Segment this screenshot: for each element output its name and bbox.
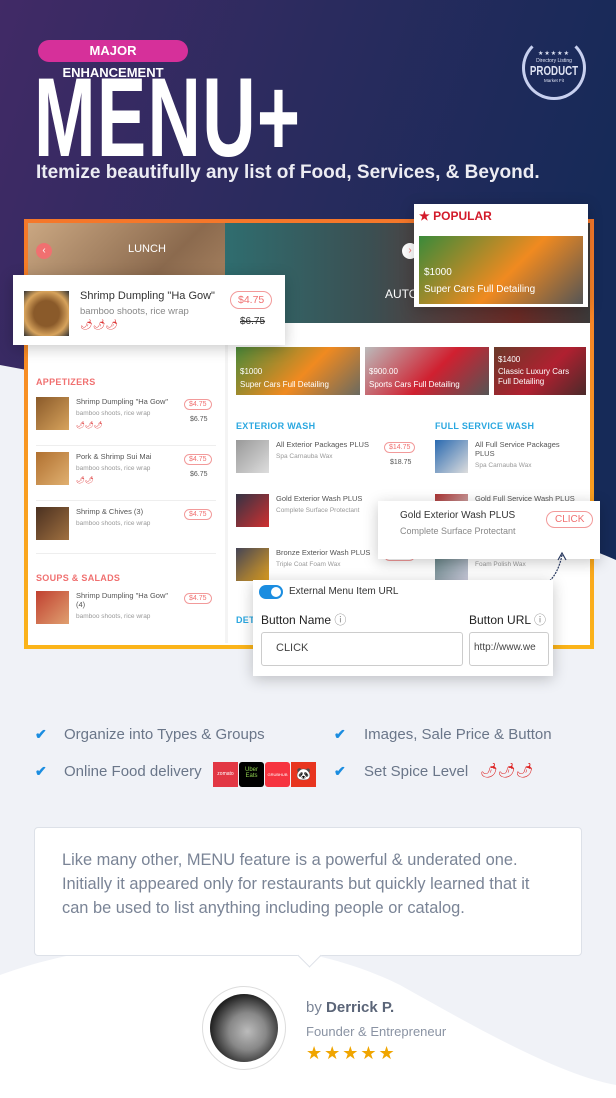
grubhub-logo: GRUBHUB: [265, 762, 290, 787]
author-role: Founder & Entrepreneur: [306, 1024, 447, 1039]
subtitle: Itemize beautifully any list of Food, Se…: [36, 162, 540, 183]
check-icon: ✔: [35, 726, 47, 742]
foodpanda-logo: 🐼: [291, 762, 316, 787]
delivery-logos: zomato Uber Eats GRUBHUB 🐼: [213, 762, 316, 787]
check-icon: ✔: [334, 726, 346, 742]
car-card[interactable]: $1400 Classic Luxury Cars Full Detailing: [494, 347, 586, 395]
popular-card[interactable]: ★ POPULAR $1000 Super Cars Full Detailin…: [414, 204, 588, 307]
food-thumbnail: [36, 507, 69, 540]
button-url-label: Button URL ⓘ: [469, 613, 546, 627]
author-name: by Derrick P.: [306, 999, 395, 1016]
food-thumbnail: [24, 291, 69, 336]
uber-eats-logo: Uber Eats: [239, 762, 264, 787]
spice-icon: 🌶🌶🌶: [80, 320, 119, 331]
featured-menu-item-card[interactable]: Shrimp Dumpling "Ha Gow" bamboo shoots, …: [13, 275, 285, 345]
spice-icon: 🌶🌶🌶: [76, 422, 103, 429]
button-name-label: Button Name ⓘ: [261, 613, 347, 627]
button-url-input[interactable]: http://www.we: [469, 632, 549, 666]
zomato-logo: zomato: [213, 762, 238, 787]
click-button[interactable]: CLICK: [546, 511, 594, 528]
menu-item[interactable]: Shrimp Dumpling "Ha Gow" (4) bamboo shoot…: [36, 591, 226, 641]
sale-price: $4.75: [230, 291, 273, 309]
page-title: MENU+: [34, 55, 302, 180]
menu-item[interactable]: All Full Service Packages PLUS Spa Carnau…: [435, 440, 585, 490]
star-icon: ★: [419, 209, 430, 223]
food-thumbnail: [36, 591, 69, 624]
avatar: [202, 986, 286, 1070]
chili-pepper-icon: 🌶🌶🌶: [480, 762, 534, 778]
menu-item[interactable]: Pork & Shrimp Sui Mai bamboo shoots, rice…: [36, 452, 226, 502]
button-name-input[interactable]: CLICK: [261, 632, 463, 666]
menu-item[interactable]: All Exterior Packages PLUS Spa Carnauba W…: [236, 440, 426, 490]
testimonial-quote: Like many other, MENU feature is a power…: [34, 827, 582, 956]
section-title: SOUPS & SALADS: [36, 573, 121, 583]
external-url-toggle[interactable]: [259, 585, 283, 599]
product-seal-logo: ★★★★★ Directory Listing PRODUCT Market F…: [518, 32, 590, 112]
food-thumbnail: [36, 397, 69, 430]
spice-icon: 🌶🌶: [76, 477, 94, 484]
button-settings-form: External Menu Item URL Button Name ⓘ But…: [253, 580, 553, 676]
car-image: $1000 Super Cars Full Detailing: [419, 236, 583, 304]
check-icon: ✔: [334, 763, 346, 779]
section-title: EXTERIOR WASH: [236, 421, 316, 431]
menu-item[interactable]: Shrimp Dumpling "Ha Gow" bamboo shoots, r…: [36, 397, 226, 447]
car-card[interactable]: $1000 Super Cars Full Detailing: [236, 347, 360, 395]
check-icon: ✔: [35, 763, 47, 779]
old-price: $6.75: [240, 316, 266, 327]
food-thumbnail: [36, 452, 69, 485]
info-icon: ⓘ: [334, 613, 347, 627]
info-icon: ⓘ: [533, 613, 546, 627]
car-card[interactable]: $900.00 Sports Cars Full Detailing: [365, 347, 489, 395]
section-title: APPETIZERS: [36, 377, 96, 387]
menu-item[interactable]: Shrimp & Chives (3) bamboo shoots, rice w…: [36, 507, 226, 557]
rating-stars: ★★★★★: [306, 1043, 397, 1063]
section-title: FULL SERVICE WASH: [435, 421, 535, 431]
